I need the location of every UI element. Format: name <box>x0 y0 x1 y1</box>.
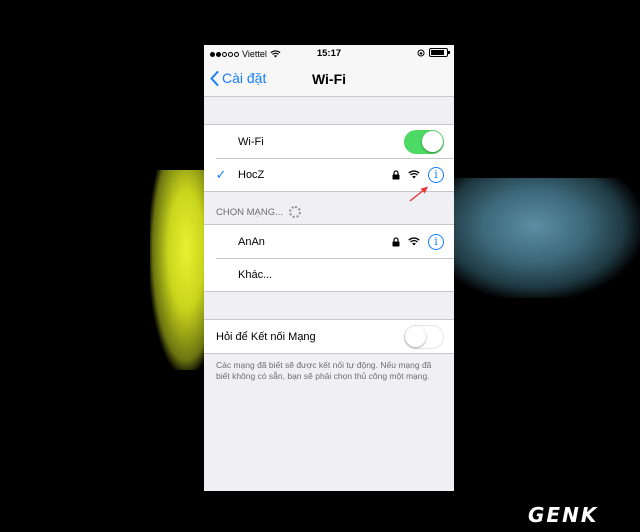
wifi-signal-icon <box>408 170 420 179</box>
ask-to-join-row: Hỏi để Kết nối Mạng <box>204 320 454 353</box>
lock-icon <box>392 169 400 179</box>
wifi-label: Wi-Fi <box>238 135 264 148</box>
info-button-network[interactable]: i <box>428 233 444 250</box>
battery-icon <box>429 48 450 57</box>
ask-to-join-label: Hỏi để Kết nối Mạng <box>216 330 316 343</box>
phone-screen: Viettel 15:17 Cài đặt Wi-Fi Wi-Fi ✓ HocZ… <box>204 45 454 491</box>
page-title: Wi-Fi <box>311 71 347 87</box>
choose-network-label: CHỌN MẠNG... <box>216 207 284 218</box>
network-name: AnAn <box>238 235 265 248</box>
checkmark-icon: ✓ <box>215 166 227 182</box>
background-flower-yellow <box>150 170 210 370</box>
ask-to-join-toggle[interactable] <box>404 324 444 349</box>
background-flower-blue <box>448 178 640 298</box>
ask-to-join-footer: Các mạng đã biết sẽ được kết nối tự động… <box>216 360 432 382</box>
network-row[interactable]: AnAn i <box>204 225 454 258</box>
wifi-group: Wi-Fi ✓ HocZ i <box>204 124 454 192</box>
wifi-toggle-row: Wi-Fi <box>204 125 454 158</box>
other-network-label: Khác... <box>238 268 273 281</box>
status-right <box>417 48 450 57</box>
navigation-bar: Cài đặt Wi-Fi <box>204 62 454 97</box>
lock-icon <box>392 236 400 246</box>
connected-network-name: HocZ <box>238 168 265 181</box>
info-button-connected[interactable]: i <box>428 166 444 183</box>
status-bar: Viettel 15:17 <box>204 45 454 62</box>
rotation-lock-icon <box>417 48 425 57</box>
wifi-signal-icon <box>408 237 420 246</box>
ask-to-join-group: Hỏi để Kết nối Mạng <box>204 319 454 354</box>
other-network-row[interactable]: Khác... <box>204 258 454 291</box>
annotation-arrow-icon <box>409 186 428 202</box>
genk-logo: GENK <box>528 503 599 527</box>
networks-group: AnAn i Khác... <box>204 224 454 292</box>
loading-spinner-icon <box>289 206 302 218</box>
wifi-toggle[interactable] <box>404 129 444 154</box>
